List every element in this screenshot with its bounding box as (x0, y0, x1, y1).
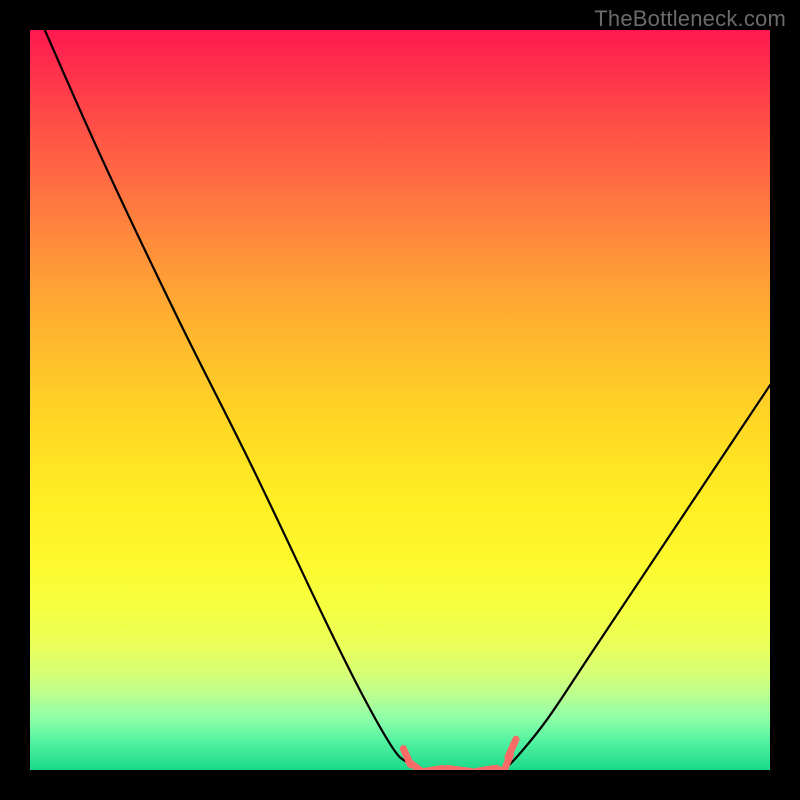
left-curve (45, 30, 422, 770)
bottom-marker (403, 739, 516, 770)
marker-segment (424, 769, 442, 771)
plot-area (30, 30, 770, 770)
marker-cap-right (508, 739, 516, 757)
watermark-text: TheBottleneck.com (594, 6, 786, 32)
marker-segment (476, 769, 494, 771)
marker-cap-left (403, 749, 410, 765)
right-curve (504, 385, 770, 770)
marker-segment (447, 769, 471, 771)
curves-svg (30, 30, 770, 770)
